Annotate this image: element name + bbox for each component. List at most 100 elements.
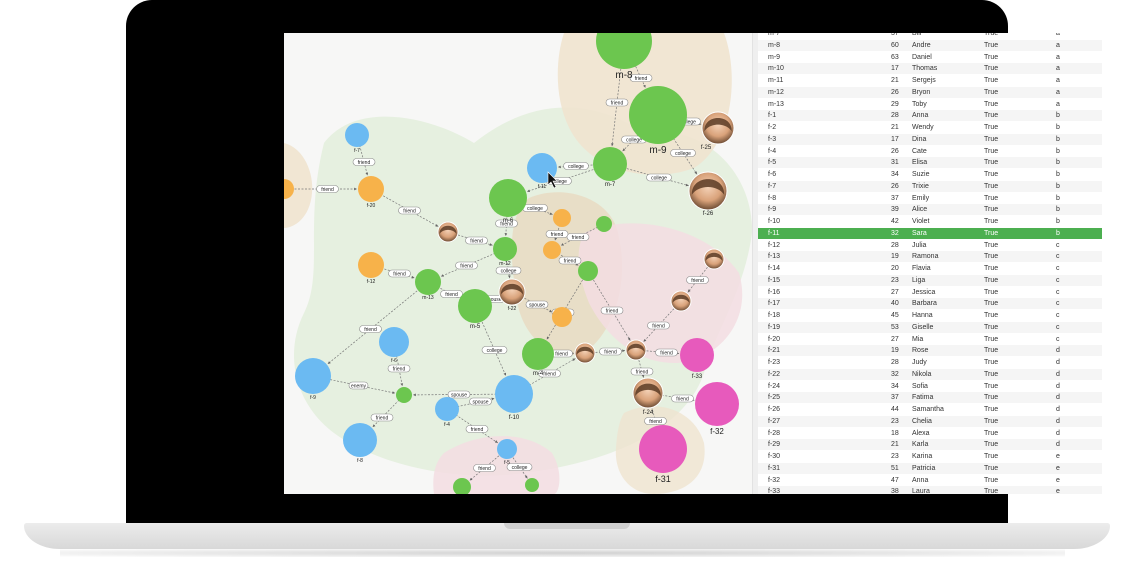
table-row[interactable]: f-32 47 Anna True e (758, 475, 1102, 486)
node-circle (552, 307, 572, 327)
table-row[interactable]: f-6 34 Suzie True b (758, 169, 1102, 180)
cell-group: c (1056, 253, 1060, 261)
table-row[interactable]: f-17 40 Barbara True c (758, 298, 1102, 310)
table-row[interactable]: f-28 18 Alexa True d (758, 428, 1102, 439)
cell-name: Trixie (912, 182, 929, 190)
cell-flag: True (984, 206, 999, 214)
graph-node[interactable] (670, 290, 692, 312)
svg-text:friend: friend (321, 187, 334, 193)
table-row[interactable]: m-12 26 Bryon True a (758, 86, 1102, 98)
table-row[interactable]: f-31 51 Patricia True e (758, 462, 1102, 474)
cell-name: Andre (912, 41, 931, 49)
table-row[interactable]: f-26 44 Samantha True d (758, 404, 1102, 415)
table-row[interactable]: f-27 23 Chelia True d (758, 415, 1102, 427)
data-table[interactable]: m-7 37 Bill True a m-8 60 Andre True a m-9 63 Daniel… (758, 33, 1102, 494)
table-row[interactable]: f-21 19 Rose True d (758, 345, 1102, 357)
table-row[interactable]: f-12 28 Julia True c (758, 240, 1102, 251)
table-row[interactable]: f-1 28 Anna True b (758, 110, 1102, 122)
table-row[interactable]: f-15 23 Liga True c (758, 274, 1102, 286)
svg-text:friend: friend (604, 349, 617, 355)
graph-node[interactable] (596, 216, 612, 232)
graph-node[interactable] (703, 248, 725, 270)
svg-text:friend: friend (393, 366, 406, 372)
network-graph-pane[interactable]: friend friend college college college college… (284, 33, 752, 494)
cell-id: f-14 (768, 265, 781, 272)
table-row[interactable]: f-8 37 Emily True b (758, 193, 1102, 204)
graph-node[interactable] (574, 342, 596, 364)
svg-text:friend: friend (470, 238, 483, 244)
cell-group: d (1056, 370, 1060, 378)
table-row[interactable]: m-9 63 Daniel True a (758, 52, 1102, 63)
table-row[interactable]: f-13 19 Ramona True c (758, 251, 1102, 263)
table-row[interactable]: f-5 31 Elisa True b (758, 157, 1102, 169)
cell-flag: True (984, 488, 999, 494)
table-row[interactable]: m-11 21 Sergejs True a (758, 75, 1102, 86)
table-row[interactable]: f-3 17 Dina True b (758, 133, 1102, 145)
table-row[interactable]: f-4 26 Cate True b (758, 146, 1102, 157)
cell-flag: True (984, 429, 999, 437)
table-row[interactable]: f-33 38 Laura True e (758, 486, 1102, 494)
cell-name: Patricia (912, 464, 936, 472)
cell-name: Mia (912, 335, 924, 343)
table-row[interactable]: f-25 37 Fatima True d (758, 392, 1102, 404)
node-label: f-7 (354, 148, 360, 154)
cell-group: b (1056, 229, 1060, 237)
node-circle (522, 338, 554, 370)
svg-text:friend: friend (445, 292, 458, 298)
network-graph[interactable]: friend friend college college college college… (284, 33, 752, 494)
graph-node[interactable]: f-32 (695, 382, 739, 436)
node-label: f-31 (655, 474, 671, 484)
cell-id: f-2 (768, 124, 777, 131)
svg-text:college: college (568, 164, 584, 170)
graph-node[interactable] (396, 387, 412, 403)
graph-node[interactable] (437, 221, 459, 243)
graph-node[interactable] (625, 339, 647, 361)
cell-flag: True (984, 265, 999, 272)
table-row[interactable]: f-18 45 Hanna True c (758, 310, 1102, 321)
cell-age: 23 (891, 453, 899, 460)
table-row[interactable]: f-11 32 Sara True b (758, 227, 1102, 239)
table-row[interactable]: f-29 21 Karla True d (758, 439, 1102, 451)
graph-node[interactable] (553, 209, 571, 227)
table-row[interactable]: f-24 34 Sofia True d (758, 381, 1102, 392)
cell-group: d (1056, 382, 1060, 390)
table-row[interactable]: f-10 42 Violet True b (758, 216, 1102, 227)
graph-node[interactable] (543, 241, 561, 259)
node-label: f-6 (391, 358, 397, 364)
cell-id: f-9 (768, 206, 777, 214)
table-row[interactable]: f-19 53 Giselle True c (758, 321, 1102, 333)
edge-label: college (481, 346, 508, 354)
cell-age: 38 (891, 488, 899, 494)
cell-age: 26 (891, 88, 899, 96)
svg-text:friend: friend (358, 160, 371, 166)
graph-node[interactable]: f-25 (701, 111, 735, 151)
cell-group: b (1056, 112, 1060, 120)
cell-age: 28 (891, 359, 899, 366)
table-row[interactable]: f-22 32 Nikola True d (758, 368, 1102, 380)
table-row[interactable]: f-7 26 Trixie True b (758, 180, 1102, 192)
table-row[interactable]: f-20 27 Mia True c (758, 334, 1102, 345)
cell-group: d (1056, 417, 1060, 425)
edge-label: friend (630, 367, 654, 376)
table-row[interactable]: f-2 21 Wendy True b (758, 122, 1102, 133)
laptop-base-shadow (60, 549, 1065, 557)
table-row[interactable]: f-23 28 Judy True d (758, 357, 1102, 368)
table-row[interactable]: f-9 39 Alice True b (758, 204, 1102, 216)
graph-node[interactable] (552, 307, 572, 327)
graph-node[interactable]: f-8 (343, 423, 377, 464)
cell-flag: True (984, 323, 999, 331)
svg-text:college: college (651, 175, 667, 181)
table-row[interactable]: m-7 37 Bill True a (758, 33, 1102, 39)
cell-age: 19 (891, 347, 899, 355)
table-row[interactable]: f-30 23 Karina True e (758, 451, 1102, 462)
table-row[interactable]: m-13 29 Toby True a (758, 99, 1102, 110)
edge-label: friend (558, 256, 582, 265)
table-row[interactable]: f-14 20 Flavia True c (758, 263, 1102, 274)
graph-node[interactable] (525, 478, 539, 492)
cell-flag: True (984, 253, 999, 261)
table-row[interactable]: m-10 17 Thomas True a (758, 63, 1102, 75)
graph-node[interactable] (578, 261, 598, 281)
table-row[interactable]: m-8 60 Andre True a (758, 39, 1102, 51)
cell-id: f-18 (768, 312, 781, 319)
table-row[interactable]: f-16 27 Jessica True c (758, 287, 1102, 298)
